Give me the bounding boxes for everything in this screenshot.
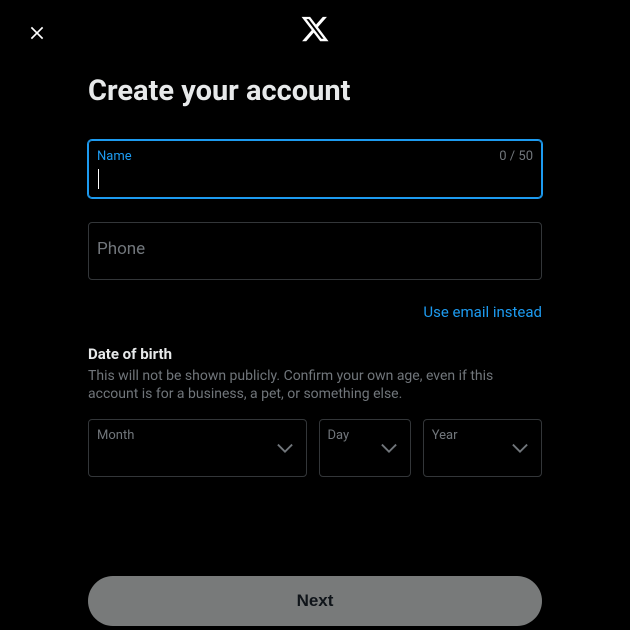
text-cursor xyxy=(98,169,99,189)
chevron-down-icon xyxy=(274,437,296,459)
phone-label: Phone xyxy=(97,239,145,259)
close-button[interactable] xyxy=(20,16,54,50)
year-select[interactable]: Year xyxy=(423,419,542,477)
dob-description: This will not be shown publicly. Confirm… xyxy=(88,367,542,403)
page-title: Create your account xyxy=(88,74,542,108)
day-label: Day xyxy=(328,428,350,443)
close-icon xyxy=(27,23,47,43)
email-link-row: Use email instead xyxy=(88,302,542,321)
name-char-count: 0 / 50 xyxy=(499,149,533,164)
next-button[interactable]: Next xyxy=(88,576,542,626)
x-logo xyxy=(300,14,330,44)
chevron-down-icon xyxy=(509,437,531,459)
chevron-down-icon xyxy=(378,437,400,459)
signup-form: Create your account Name 0 / 50 Phone Us… xyxy=(0,0,630,477)
dob-heading: Date of birth xyxy=(88,345,542,363)
phone-input[interactable] xyxy=(89,223,541,279)
name-field-container[interactable]: Name 0 / 50 xyxy=(88,140,542,198)
day-select[interactable]: Day xyxy=(319,419,411,477)
name-label: Name xyxy=(97,149,132,164)
use-email-link[interactable]: Use email instead xyxy=(423,303,542,321)
name-input[interactable] xyxy=(89,141,541,197)
month-label: Month xyxy=(97,428,134,443)
phone-field-container[interactable]: Phone xyxy=(88,222,542,280)
month-select[interactable]: Month xyxy=(88,419,307,477)
dob-select-row: Month Day Year xyxy=(88,419,542,477)
year-label: Year xyxy=(432,428,458,443)
